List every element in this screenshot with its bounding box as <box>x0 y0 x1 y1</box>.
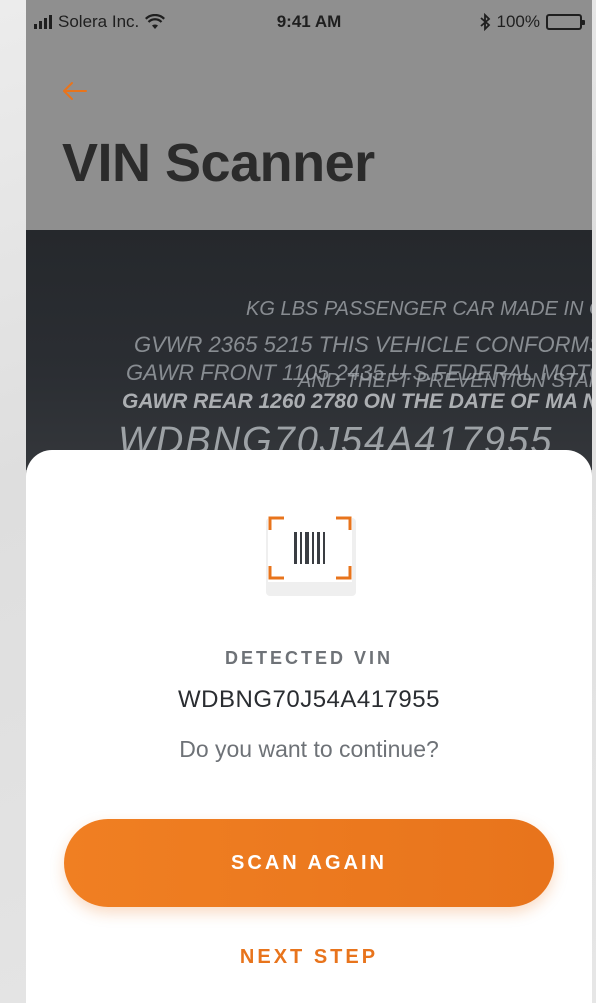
vin-plate-line: GAWR REAR 1260 2780 ON THE DATE OF MA NU… <box>122 390 592 413</box>
result-sheet: DETECTED VIN WDBNG70J54A417955 Do you wa… <box>26 450 592 1003</box>
vin-plate-line: GVWR 2365 5215 THIS VEHICLE CONFORMS TO … <box>134 332 592 357</box>
arrow-left-icon[interactable] <box>60 76 90 106</box>
phone-screen: Solera Inc. 9:41 AM 100% VIN Scanner KG … <box>26 0 592 1003</box>
continue-question: Do you want to continue? <box>179 736 439 762</box>
bluetooth-icon <box>479 13 490 31</box>
detected-vin-label: DETECTED VIN <box>224 648 393 668</box>
vin-plate-line: KG LBS PASSENGER CAR MADE IN GERMA <box>246 298 592 320</box>
camera-preview: KG LBS PASSENGER CAR MADE IN GERMA GVWR … <box>26 230 592 470</box>
scan-again-button[interactable]: SCAN AGAIN <box>64 819 554 907</box>
barcode-scan-icon <box>262 510 358 596</box>
battery-percent: 100% <box>496 12 540 31</box>
vin-value: WDBNG70J54A417955 <box>178 686 440 713</box>
status-bar: Solera Inc. 9:41 AM 100% <box>26 0 592 48</box>
page-title: VIN Scanner <box>62 133 375 193</box>
battery-icon <box>546 14 585 30</box>
status-right: 100% <box>479 12 585 32</box>
page-header: VIN Scanner <box>26 48 592 230</box>
next-step-button[interactable]: NEXT STEP <box>209 940 409 974</box>
